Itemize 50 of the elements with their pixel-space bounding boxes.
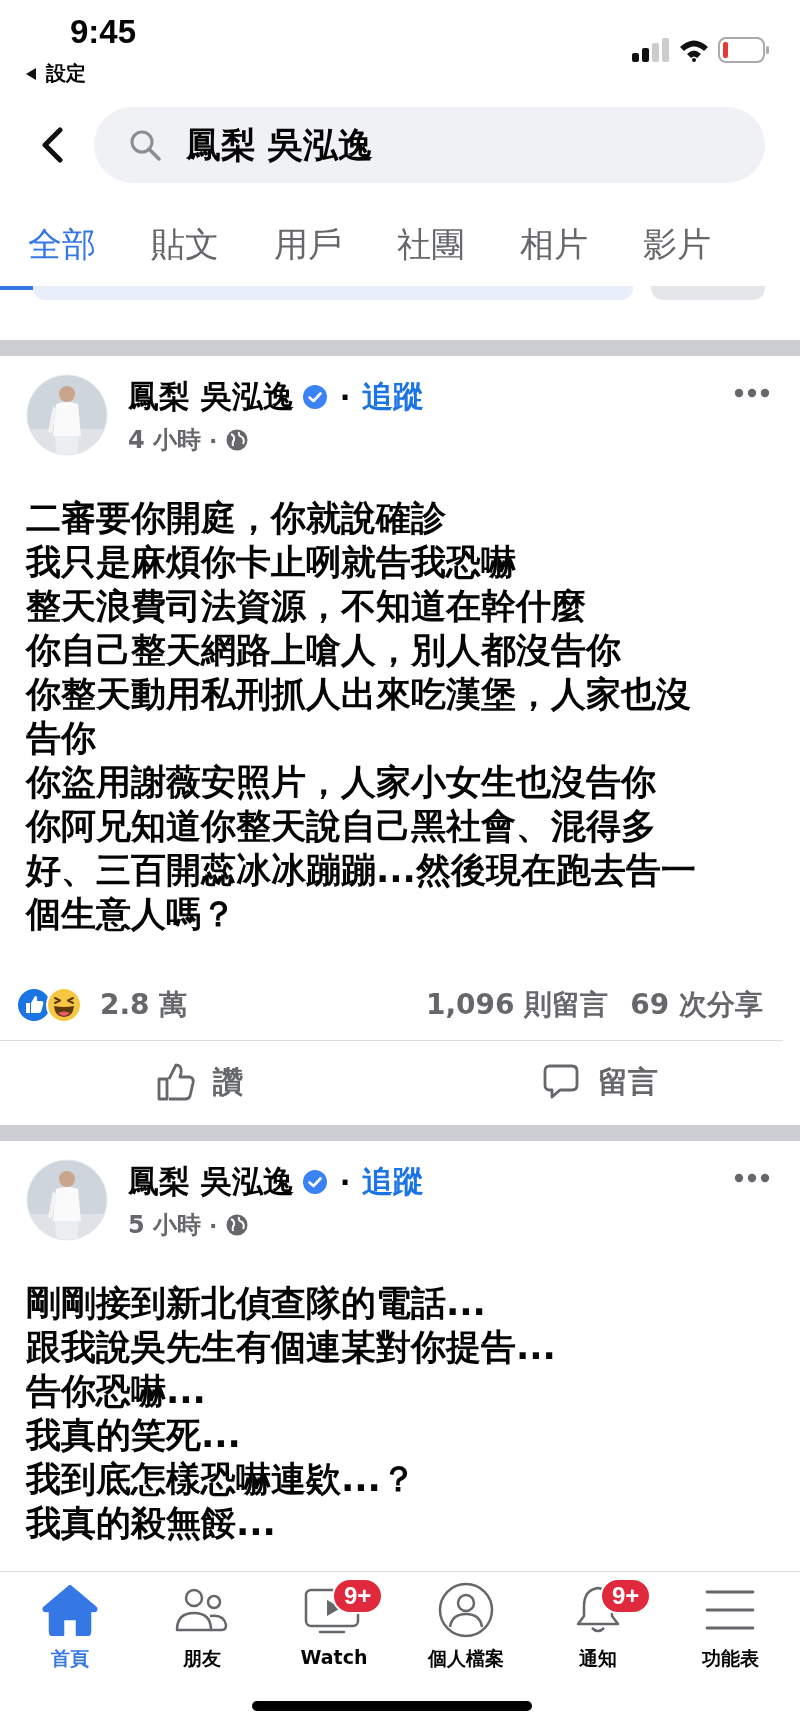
back-icon[interactable] bbox=[40, 127, 64, 163]
back-to-app-link[interactable]: 設定 bbox=[46, 60, 86, 87]
nav-tab[interactable]: 功能表 bbox=[664, 1580, 796, 1672]
like-button[interactable]: 讚 bbox=[0, 1041, 400, 1123]
speech-bubble-icon bbox=[542, 1063, 580, 1101]
separator-dot: · bbox=[209, 427, 218, 453]
nav-tab[interactable]: 9+ 通知 bbox=[532, 1580, 664, 1672]
back-triangle-icon bbox=[24, 66, 38, 81]
nav-tab[interactable]: 9+ Watch bbox=[268, 1580, 400, 1672]
post-time: 4 小時 bbox=[128, 425, 202, 456]
signal-icon bbox=[632, 38, 670, 62]
nav-tab[interactable]: 個人檔案 bbox=[400, 1580, 532, 1672]
search-tab[interactable]: 社團 bbox=[369, 222, 492, 290]
status-time: 9:45 bbox=[70, 12, 137, 52]
search-tab[interactable]: 貼文 bbox=[123, 222, 246, 290]
menu-icon bbox=[705, 1588, 755, 1632]
wifi-icon bbox=[678, 38, 710, 62]
search-tab[interactable]: 相片 bbox=[492, 222, 615, 290]
battery-icon bbox=[718, 37, 770, 63]
more-options-icon[interactable] bbox=[734, 388, 770, 398]
laughing-reaction-icon bbox=[46, 987, 82, 1023]
separator-dot: · bbox=[338, 1165, 352, 1199]
author-name[interactable]: 鳳梨 吳泓逸 bbox=[128, 1161, 294, 1203]
search-tab[interactable]: 用戶 bbox=[246, 222, 369, 290]
follow-link[interactable]: 追蹤 bbox=[362, 376, 425, 418]
search-field[interactable]: 鳳梨 吳泓逸 bbox=[94, 107, 765, 183]
author-name[interactable]: 鳳梨 吳泓逸 bbox=[128, 376, 294, 418]
thumbs-up-icon bbox=[157, 1062, 195, 1102]
separator-dot: · bbox=[209, 1212, 218, 1238]
comment-count[interactable]: 1,096 則留言 bbox=[425, 986, 609, 1024]
profile-icon bbox=[438, 1582, 494, 1638]
globe-icon bbox=[225, 428, 250, 452]
notification-badge: 9+ bbox=[332, 1578, 384, 1614]
search-tab[interactable]: 影片 bbox=[615, 222, 738, 290]
nav-tab[interactable]: 朋友 bbox=[136, 1580, 268, 1672]
post-time: 5 小時 bbox=[128, 1210, 202, 1241]
friends-icon bbox=[174, 1587, 230, 1633]
globe-icon bbox=[225, 1213, 250, 1237]
more-options-icon[interactable] bbox=[734, 1173, 770, 1183]
notification-badge: 9+ bbox=[600, 1578, 652, 1614]
separator-dot: · bbox=[338, 380, 352, 414]
reaction-count[interactable]: 2.8 萬 bbox=[100, 986, 188, 1024]
post-text: 二審要你開庭，你就說確診 我只是麻煩你卡止咧就告我恐嚇 整天浪費司法資源，不知道在幹什麼 你自己整天網路上嗆人，別人都沒告你 你整天動用私刑抓人出來吃漢堡，人家也沒 告你 你盜用謝薇安照片，人家小女生也沒告你 你阿兄知道你整天說自己黑社會、混得多 好、三百開蕊冰冰蹦蹦...然後現在跑去告一 個生意人嗎？ bbox=[24, 497, 697, 936]
search-icon bbox=[128, 128, 162, 162]
follow-link[interactable]: 追蹤 bbox=[362, 1161, 425, 1203]
nav-tab[interactable]: 首頁 bbox=[4, 1580, 136, 1672]
home-icon bbox=[42, 1584, 98, 1636]
post-text: 剛剛接到新北偵查隊的電話... 跟我說吳先生有個連某對你提告... 告你恐嚇... 我真的笑死... 我到底怎樣恐嚇連欵...？ 我真的殺無餒... bbox=[24, 1282, 557, 1545]
share-count[interactable]: 69 次分享 bbox=[630, 986, 763, 1024]
comment-button[interactable]: 留言 bbox=[400, 1041, 800, 1123]
